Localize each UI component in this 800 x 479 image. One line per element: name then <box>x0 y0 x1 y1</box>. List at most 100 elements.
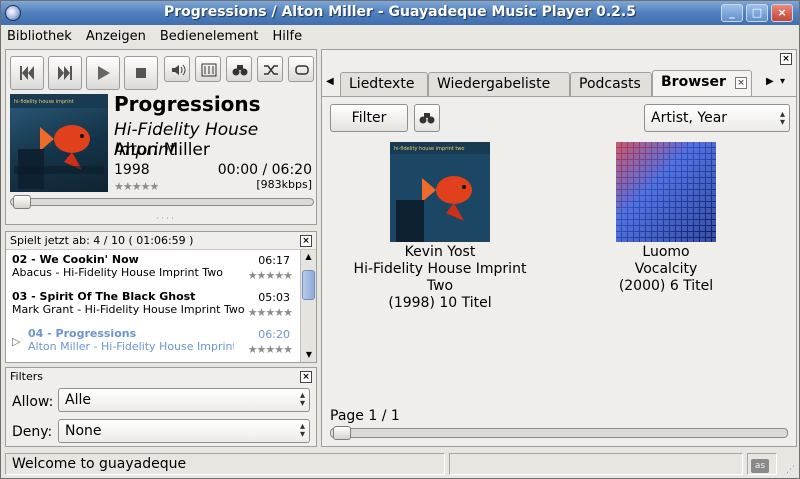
shuffle-button[interactable] <box>257 56 283 82</box>
stop-icon <box>136 68 146 78</box>
menu-bar: Bibliothek Anzeigen Bedienelement Hilfe <box>1 25 799 47</box>
minimize-button[interactable]: _ <box>721 4 743 22</box>
next-button[interactable] <box>48 56 82 90</box>
equalizer-button[interactable] <box>195 56 221 82</box>
status-text: Welcome to guayadeque <box>5 453 445 475</box>
playlist-item[interactable]: 03 - Spirit Of The Black Ghost Mark Gran… <box>6 288 296 324</box>
svg-text:hi-fidelity house imprint two: hi-fidelity house imprint two <box>394 146 464 152</box>
album-cover[interactable] <box>616 142 716 242</box>
deny-select-value: None <box>65 423 102 439</box>
playlist-item-subtitle: Alton Miller - Hi-Fidelity House Imprint <box>28 340 234 353</box>
svg-text:hi-fidelity house imprint: hi-fidelity house imprint <box>14 99 74 105</box>
playlist-item-title: 04 - Progressions <box>28 327 137 340</box>
track-bitrate: [983kbps] <box>256 178 312 191</box>
tab-bar: ◀ Liedtexte Wiedergabeliste Podcasts Bro… <box>322 70 796 96</box>
playlist-item-duration: 06:17 <box>258 254 290 267</box>
album-card[interactable]: hi-fidelity house imprint two Kevin Yost… <box>340 142 540 312</box>
playlist-item-title: 03 - Spirit Of The Black Ghost <box>12 290 196 303</box>
page-indicator: Page 1 / 1 <box>330 408 400 424</box>
album-info: (2000) 6 Titel <box>618 278 714 294</box>
tab-scroll-left-icon[interactable]: ◀ <box>326 76 334 87</box>
filters-panel: Filters × Allow: Alle ▴ ▾ Deny: None ▴ ▾ <box>5 367 317 447</box>
playlist-panel: Spielt jetzt ab: 4 / 10 ( 01:06:59 ) × 0… <box>5 231 317 363</box>
binoculars-icon <box>419 113 435 124</box>
resize-grip-icon[interactable]: ⋰ <box>786 465 795 475</box>
updown-icon: ▴ ▾ <box>779 109 785 128</box>
menu-hilfe[interactable]: Hilfe <box>273 29 303 44</box>
track-year: 1998 <box>114 162 150 178</box>
deny-label: Deny: <box>12 424 53 440</box>
playlist-item-rating[interactable]: ★★★★★ <box>248 306 293 319</box>
tab-browser[interactable]: Browser × <box>652 70 752 96</box>
album-info: (1998) 10 Titel <box>388 295 492 311</box>
position-slider-thumb[interactable] <box>13 195 31 209</box>
page-slider[interactable] <box>330 426 788 440</box>
binoculars-icon <box>232 65 248 76</box>
search-button[interactable] <box>414 104 440 132</box>
cover-art-fish: hi-fidelity house imprint <box>10 94 108 189</box>
window-title: Progressions / Alton Miller - Guayadeque… <box>164 4 636 20</box>
repeat-button[interactable] <box>288 56 314 82</box>
playlist-scrollbar[interactable]: ▲ ▼ <box>300 250 316 362</box>
play-button[interactable] <box>86 56 120 90</box>
stop-button[interactable] <box>124 56 158 90</box>
splitter-grip[interactable]: · · · · <box>156 214 174 223</box>
filters-close-icon[interactable]: × <box>300 371 312 383</box>
album-card[interactable]: Luomo Vocalcity (2000) 6 Titel <box>566 142 766 295</box>
tab-liedtexte[interactable]: Liedtexte <box>340 72 428 96</box>
track-time: 00:00 / 06:20 <box>217 162 312 178</box>
previous-icon <box>20 66 34 80</box>
previous-button[interactable] <box>10 56 44 90</box>
playlist-item-rating[interactable]: ★★★★★ <box>248 269 293 282</box>
tab-podcasts[interactable]: Podcasts <box>570 72 652 96</box>
updown-icon: ▴ ▾ <box>299 390 305 409</box>
track-rating[interactable]: ★★★★★ <box>114 180 159 193</box>
title-bar[interactable]: Progressions / Alton Miller - Guayadeque… <box>1 1 799 25</box>
tab-wiedergabeliste[interactable]: Wiedergabeliste <box>428 72 570 96</box>
play-icon <box>98 66 110 80</box>
maximize-button[interactable]: □ <box>746 4 768 22</box>
close-button[interactable]: × <box>771 4 793 22</box>
allow-select-value: Alle <box>65 392 91 408</box>
playlist-item[interactable]: 02 - We Cookin' Now Abacus - Hi-Fidelity… <box>6 251 296 287</box>
tab-list-icon[interactable]: ▾ <box>780 76 785 87</box>
lastfm-status[interactable]: as <box>747 453 777 475</box>
volume-button[interactable] <box>164 56 190 82</box>
album-cover[interactable]: hi-fidelity house imprint <box>10 94 108 192</box>
content-pane: × ◀ Liedtexte Wiedergabeliste Podcasts B… <box>321 49 797 447</box>
playlist-item-duration: 05:03 <box>258 291 290 304</box>
next-icon <box>58 66 72 80</box>
tab-browser-label: Browser <box>661 74 726 90</box>
status-field <box>449 453 743 475</box>
speaker-icon <box>172 64 186 76</box>
player-panel: hi-fidelity house imprint Progressions H… <box>5 49 317 225</box>
deny-select[interactable]: None ▴ ▾ <box>58 419 310 443</box>
smart-play-button[interactable] <box>226 56 252 82</box>
tab-scroll-right-icon[interactable]: ▶ <box>766 76 774 87</box>
album-cover[interactable]: hi-fidelity house imprint two <box>390 142 490 242</box>
playlist-item-current[interactable]: ▷ 04 - Progressions Alton Miller - Hi-Fi… <box>6 325 296 361</box>
equalizer-icon <box>201 63 217 77</box>
scroll-down-icon[interactable]: ▼ <box>301 348 317 362</box>
playlist-close-icon[interactable]: × <box>300 235 312 247</box>
album-title: Hi-Fidelity House Imprint Two <box>353 261 527 294</box>
sort-select[interactable]: Artist, Year ▴ ▾ <box>644 104 790 132</box>
now-playing-icon: ▷ <box>12 335 21 348</box>
position-slider[interactable] <box>10 195 314 209</box>
playlist-item-rating[interactable]: ★★★★★ <box>248 343 293 356</box>
cover-art-fish: hi-fidelity house imprint two <box>390 142 490 242</box>
tab-close-icon[interactable]: × <box>735 77 747 89</box>
page-slider-thumb[interactable] <box>333 426 351 440</box>
menu-anzeigen[interactable]: Anzeigen <box>86 29 146 44</box>
menu-bibliothek[interactable]: Bibliothek <box>7 29 72 44</box>
filter-button[interactable]: Filter <box>330 104 408 132</box>
allow-select[interactable]: Alle ▴ ▾ <box>58 388 310 412</box>
lastfm-icon: as <box>751 459 769 473</box>
album-artist: Luomo <box>642 244 690 260</box>
filters-title: Filters <box>10 370 43 383</box>
scroll-thumb[interactable] <box>302 270 315 300</box>
status-bar: Welcome to guayadeque as ⋰ <box>1 451 799 478</box>
pane-close-icon[interactable]: × <box>780 53 792 65</box>
scroll-up-icon[interactable]: ▲ <box>301 250 316 264</box>
menu-bedienelement[interactable]: Bedienelement <box>160 29 259 44</box>
